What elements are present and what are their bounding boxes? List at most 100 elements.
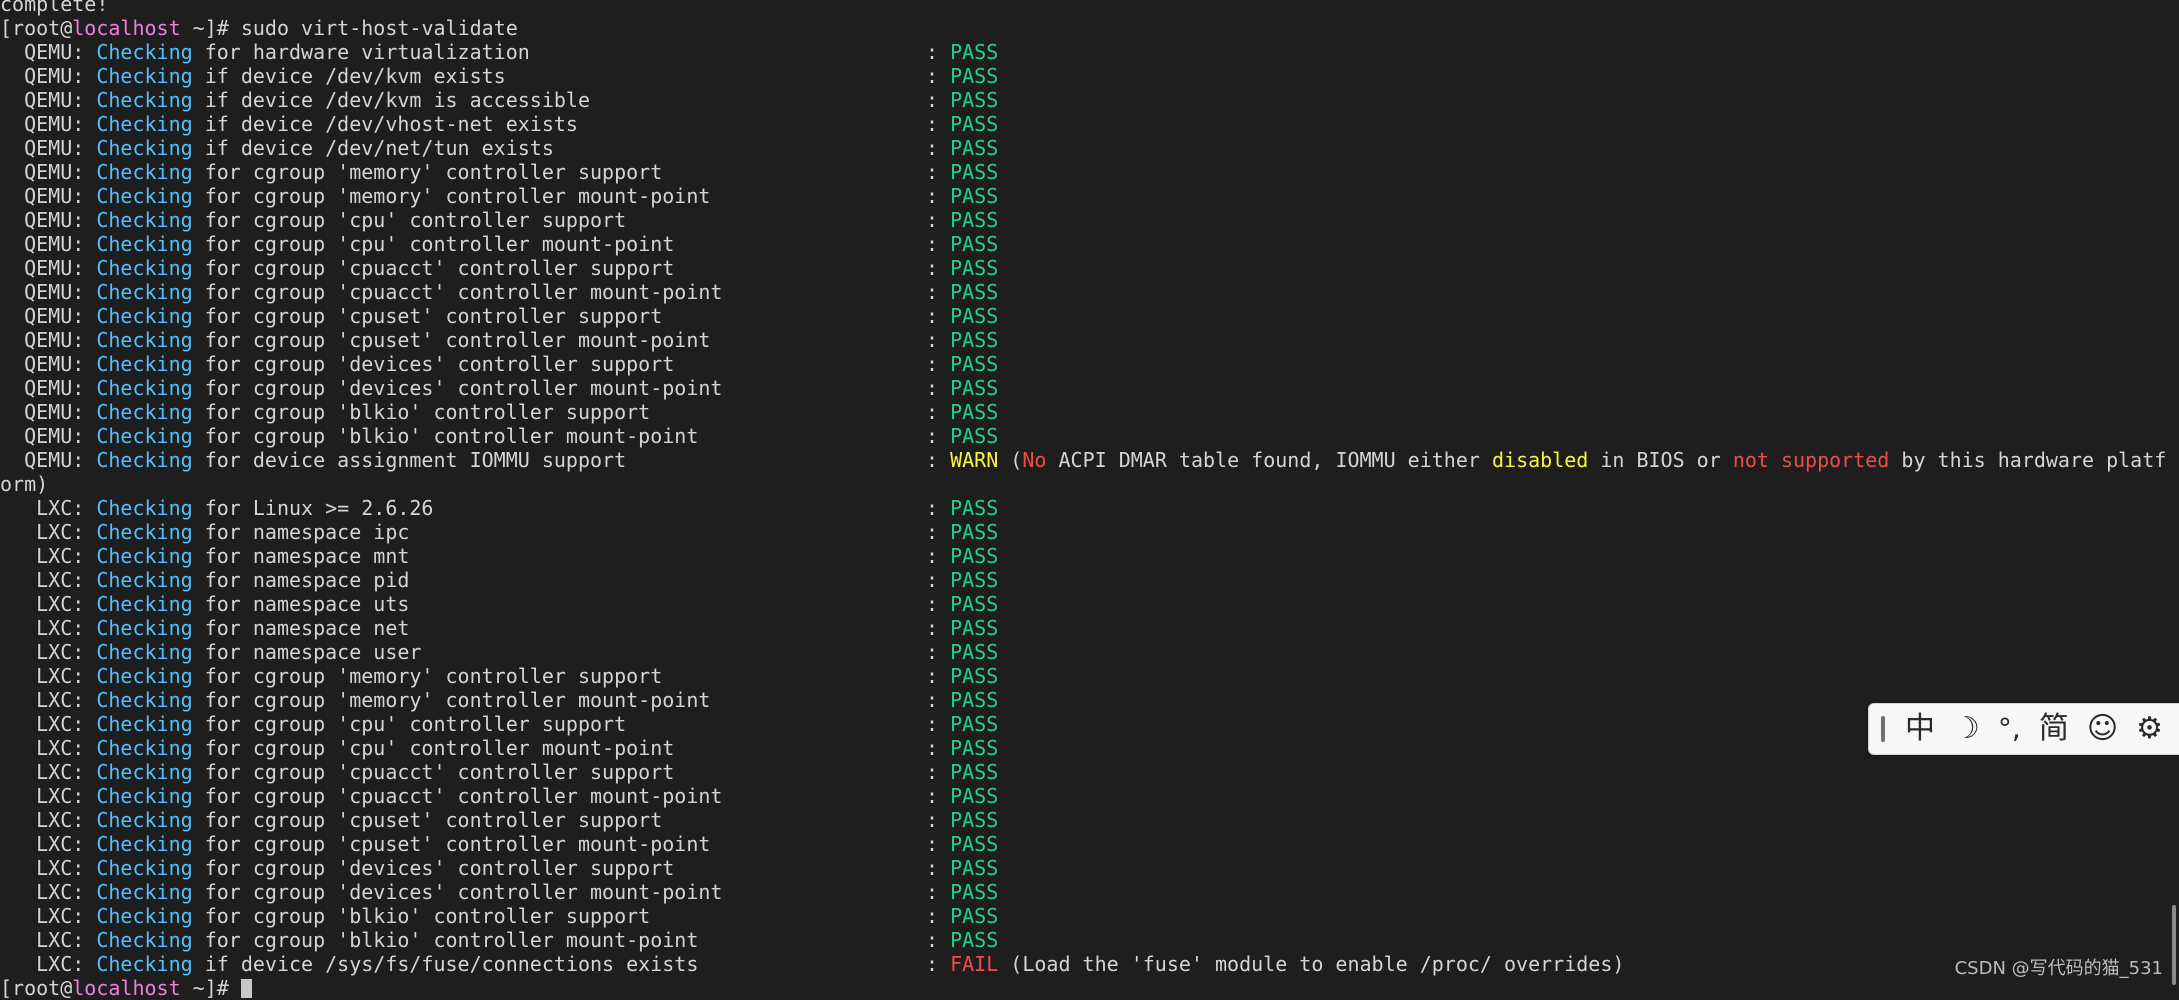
check-description: if device /dev/net/tun exists [192, 136, 554, 160]
gear-icon[interactable]: ⚙ [2136, 704, 2163, 754]
scrollbar-thumb[interactable] [2172, 905, 2176, 985]
check-prefix: LXC: [0, 520, 97, 544]
check-line: QEMU: Checking for cgroup 'blkio' contro… [0, 400, 2179, 424]
check-prefix: LXC: [0, 592, 97, 616]
check-verb: Checking [96, 592, 193, 616]
check-description: for cgroup 'memory' controller support [192, 160, 663, 184]
check-prefix: LXC: [0, 808, 97, 832]
check-verb: Checking [96, 928, 193, 952]
check-description: for cgroup 'cpuset' controller mount-poi… [192, 832, 711, 856]
check-line: QEMU: Checking for cgroup 'devices' cont… [0, 352, 2179, 376]
partial-output-text: complete! [0, 0, 109, 16]
check-description: if device /dev/kvm is accessible [192, 88, 591, 112]
check-verb: Checking [96, 544, 193, 568]
check-prefix: LXC: [0, 568, 97, 592]
warn-msg-open: ( [998, 448, 1023, 472]
check-description: for cgroup 'memory' controller mount-poi… [192, 184, 711, 208]
result-separator: : [926, 592, 951, 616]
check-prefix: QEMU: [0, 424, 97, 448]
check-verb: Checking [96, 832, 193, 856]
terminal-output[interactable]: complete! [root@localhost ~]# sudo virt-… [0, 0, 2179, 1000]
iommu-check-wrap: orm) [0, 472, 2179, 496]
check-result-pass: PASS [950, 64, 999, 88]
check-prefix: QEMU: [0, 376, 97, 400]
result-separator: : [926, 280, 951, 304]
check-line: LXC: Checking for namespace net: PASS [0, 616, 2179, 640]
check-description: for hardware virtualization [192, 40, 530, 64]
result-separator: : [926, 712, 951, 736]
result-separator: : [926, 808, 951, 832]
check-verb: Checking [96, 184, 193, 208]
check-verb: Checking [96, 400, 193, 424]
check-description: for cgroup 'devices' controller support [192, 856, 675, 880]
check-verb: Checking [96, 664, 193, 688]
ime-toolbar[interactable]: 中 ☽ °, 简 ☺ ⚙ [1868, 703, 2179, 755]
check-line: LXC: Checking for namespace uts: PASS [0, 592, 2179, 616]
check-result-pass: PASS [950, 352, 999, 376]
moon-icon[interactable]: ☽ [1953, 704, 1980, 754]
result-separator: : [926, 928, 951, 952]
check-prefix: QEMU: [0, 448, 97, 472]
check-verb: Checking [96, 208, 193, 232]
check-result-pass: PASS [950, 424, 999, 448]
check-prefix: LXC: [0, 616, 97, 640]
warn-msg-tail: by this hardware platf [1889, 448, 2167, 472]
punctuation-button[interactable]: °, [1998, 704, 2021, 754]
check-description: for cgroup 'memory' controller support [192, 664, 663, 688]
check-description: for Linux >= 2.6.26 [192, 496, 434, 520]
check-result-pass: PASS [950, 832, 999, 856]
warn-msg-wrap: orm) [0, 472, 49, 496]
result-separator: : [926, 544, 951, 568]
check-verb: Checking [96, 352, 193, 376]
result-separator: : [926, 184, 951, 208]
check-line: LXC: Checking for namespace mnt: PASS [0, 544, 2179, 568]
check-result-pass: PASS [950, 928, 999, 952]
check-line: QEMU: Checking if device /dev/vhost-net … [0, 112, 2179, 136]
check-line: LXC: Checking for cgroup 'blkio' control… [0, 928, 2179, 952]
result-separator: : [926, 328, 951, 352]
prompt-user: [root@ [0, 976, 73, 1000]
result-separator: : [926, 784, 951, 808]
check-verb: Checking [96, 448, 193, 472]
check-prefix: QEMU: [0, 328, 97, 352]
check-description: for cgroup 'blkio' controller support [192, 400, 651, 424]
command-text: sudo virt-host-validate [240, 16, 518, 40]
check-verb: Checking [96, 280, 193, 304]
check-description: for cgroup 'memory' controller mount-poi… [192, 688, 711, 712]
check-description: for namespace pid [192, 568, 410, 592]
check-line: LXC: Checking for namespace pid: PASS [0, 568, 2179, 592]
result-separator: : [926, 136, 951, 160]
check-description: for cgroup 'cpuset' controller mount-poi… [192, 328, 711, 352]
check-description: if device /dev/vhost-net exists [192, 112, 578, 136]
check-result-pass: PASS [950, 160, 999, 184]
simplified-chinese-button[interactable]: 简 [2039, 704, 2069, 754]
check-result-pass: PASS [950, 688, 999, 712]
check-prefix: LXC: [0, 664, 97, 688]
check-line: QEMU: Checking for cgroup 'memory' contr… [0, 160, 2179, 184]
check-prefix: QEMU: [0, 304, 97, 328]
check-prefix: QEMU: [0, 400, 97, 424]
check-line: QEMU: Checking for hardware virtualizati… [0, 40, 2179, 64]
check-verb: Checking [96, 568, 193, 592]
check-verb: Checking [96, 952, 193, 976]
chinese-mode-button[interactable]: 中 [1905, 704, 1935, 754]
check-result-pass: PASS [950, 136, 999, 160]
emoji-icon[interactable]: ☺ [2087, 704, 2118, 754]
check-result-pass: PASS [950, 328, 999, 352]
fuse-check-line: LXC: Checking if device /sys/fs/fuse/con… [0, 952, 2179, 976]
final-prompt-line[interactable]: [root@localhost ~]# [0, 976, 2179, 1000]
check-prefix: QEMU: [0, 280, 97, 304]
check-description: for cgroup 'cpuacct' controller mount-po… [192, 280, 723, 304]
check-description: if device /dev/kvm exists [192, 64, 506, 88]
drag-handle[interactable] [1881, 716, 1885, 742]
check-description: for cgroup 'blkio' controller mount-poin… [192, 928, 699, 952]
prompt-suffix: ~]# [180, 976, 241, 1000]
result-separator: : [926, 952, 951, 976]
check-line: QEMU: Checking for cgroup 'cpuacct' cont… [0, 256, 2179, 280]
check-description: for cgroup 'cpu' controller support [192, 208, 627, 232]
check-result-pass: PASS [950, 856, 999, 880]
check-result-pass: PASS [950, 400, 999, 424]
check-prefix: LXC: [0, 688, 97, 712]
check-prefix: QEMU: [0, 112, 97, 136]
check-line: LXC: Checking for cgroup 'cpu' controlle… [0, 712, 2179, 736]
